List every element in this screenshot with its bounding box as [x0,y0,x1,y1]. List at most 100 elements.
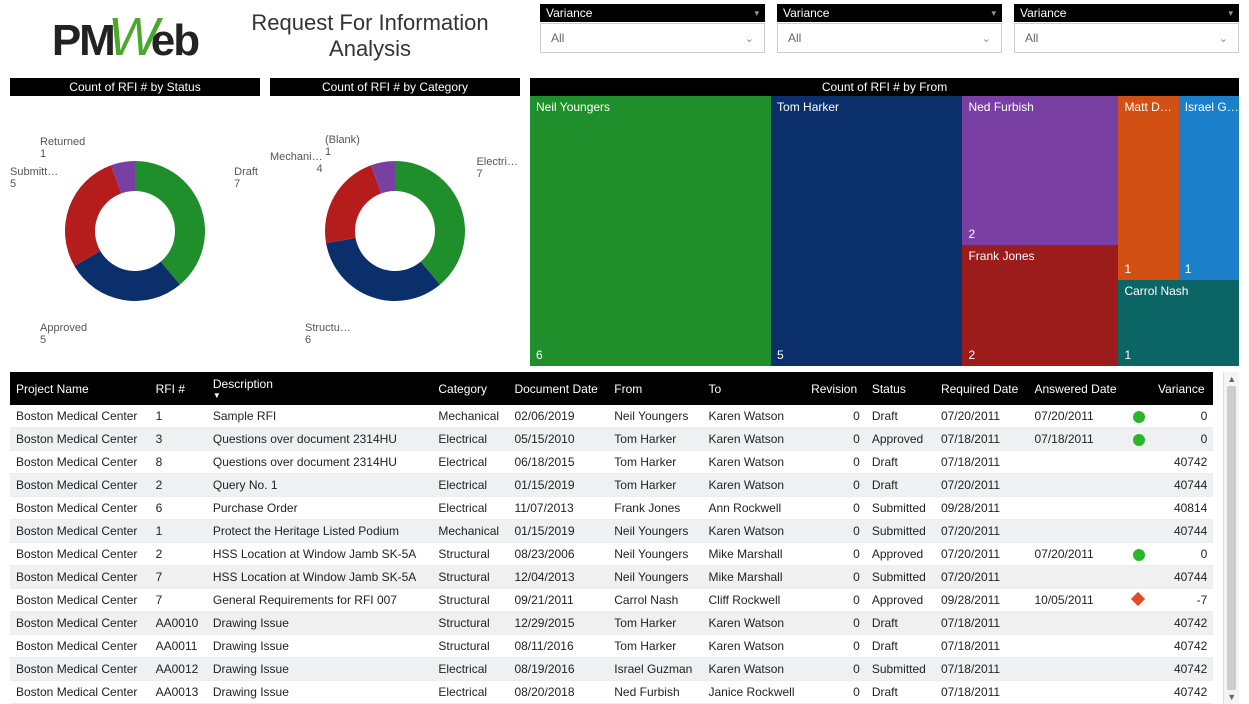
table-cell: Karen Watson [702,451,805,474]
table-header[interactable]: Description▼ [207,372,432,405]
filter-label-0: Variance [540,4,765,22]
table-cell: 07/20/2011 [1028,405,1126,428]
treemap-item[interactable]: Israel G…1 [1179,96,1239,280]
table-row[interactable]: Boston Medical Center2HSS Location at Wi… [10,543,1213,566]
table-cell: 0 [805,658,866,681]
table-cell: Electrical [432,451,508,474]
filter-select-1[interactable]: All⌄ [777,23,1002,53]
table-cell [1028,681,1126,704]
table-row[interactable]: Boston Medical Center7General Requiremen… [10,589,1213,612]
table-cell: 0 [805,520,866,543]
donut-label: (Blank)1 [325,134,360,158]
table-cell: 08/19/2016 [508,658,608,681]
table-header[interactable]: From [608,372,702,405]
treemap-item[interactable]: Neil Youngers6 [530,96,771,366]
table-row[interactable]: Boston Medical Center2Query No. 1Electri… [10,474,1213,497]
page-title: Request For Information Analysis [240,4,500,62]
table-cell: Janice Rockwell [702,681,805,704]
table-cell: Draft [866,474,935,497]
table-cell: 0 [805,497,866,520]
table-cell: Karen Watson [702,635,805,658]
filter-select-2[interactable]: All⌄ [1014,23,1239,53]
table-cell [1028,497,1126,520]
table-row[interactable]: Boston Medical Center1Protect the Herita… [10,520,1213,543]
table-scrollbar[interactable]: ▲ ▼ [1223,372,1239,704]
table-header[interactable]: Required Date [935,372,1029,405]
scroll-down-icon[interactable]: ▼ [1224,690,1239,704]
table-cell: 0 [805,635,866,658]
donut-chart-category[interactable]: Electri…7Structu…6Mechani…4(Blank)1 [270,96,520,366]
table-cell: 40742 [1152,635,1213,658]
table-cell: 08/20/2018 [508,681,608,704]
chart-title-status: Count of RFI # by Status [10,78,260,96]
table-row[interactable]: Boston Medical Center1Sample RFIMechanic… [10,405,1213,428]
filter-select-0[interactable]: All⌄ [540,23,765,53]
table-row[interactable]: Boston Medical Center8Questions over doc… [10,451,1213,474]
table-cell: 07/20/2011 [935,566,1029,589]
table-cell: 2 [150,543,207,566]
table-cell: 7 [150,566,207,589]
table-header[interactable]: Category [432,372,508,405]
treemap-item[interactable]: Ned Furbish2 [962,96,1118,245]
treemap-item[interactable]: Carrol Nash1 [1118,280,1239,366]
table-header[interactable]: Project Name [10,372,150,405]
table-cell: Draft [866,681,935,704]
table-cell: 0 [805,543,866,566]
treemap-item[interactable]: Tom Harker5 [771,96,962,366]
status-dot-green [1133,411,1145,423]
table-header[interactable]: RFI # [150,372,207,405]
table-cell: Mike Marshall [702,543,805,566]
treemap-chart-from[interactable]: Neil Youngers6Tom Harker5Ned Furbish2Fra… [530,96,1239,366]
table-header[interactable]: Status [866,372,935,405]
table-cell: 1 [150,405,207,428]
table-cell: 6 [150,497,207,520]
table-cell: Drawing Issue [207,612,432,635]
scroll-up-icon[interactable]: ▲ [1224,372,1239,386]
table-row[interactable]: Boston Medical CenterAA0012Drawing Issue… [10,658,1213,681]
treemap-item[interactable]: Matt D…1 [1118,96,1178,280]
table-cell: Tom Harker [608,635,702,658]
table-cell: Approved [866,543,935,566]
table-row[interactable]: Boston Medical Center7HSS Location at Wi… [10,566,1213,589]
treemap-item[interactable]: Frank Jones2 [962,245,1118,367]
table-cell: 0 [805,451,866,474]
table-row[interactable]: Boston Medical CenterAA0010Drawing Issue… [10,612,1213,635]
table-cell: Boston Medical Center [10,474,150,497]
table-row[interactable]: Boston Medical Center3Questions over doc… [10,428,1213,451]
table-cell: 0 [805,681,866,704]
donut-chart-status[interactable]: Draft7Approved5Submitt…5Returned1 [10,96,260,366]
donut-label: Draft7 [234,166,258,190]
table-cell: 10/05/2011 [1028,589,1126,612]
table-cell: Draft [866,635,935,658]
table-header[interactable]: Document Date [508,372,608,405]
table-cell: Mechanical [432,520,508,543]
table-cell: Neil Youngers [608,566,702,589]
table-header[interactable]: To [702,372,805,405]
donut-label: Electri…7 [476,156,518,180]
table-header[interactable]: Variance [1152,372,1213,405]
table-cell: Karen Watson [702,612,805,635]
table-cell: 0 [805,405,866,428]
table-row[interactable]: Boston Medical CenterAA0011Drawing Issue… [10,635,1213,658]
table-cell [1028,635,1126,658]
table-cell: 0 [1152,428,1213,451]
status-diamond-red [1131,592,1145,606]
table-header[interactable] [1127,372,1152,405]
sort-desc-icon: ▼ [213,391,426,400]
table-cell [1127,428,1152,451]
table-cell: Drawing Issue [207,658,432,681]
table-cell: 12/29/2015 [508,612,608,635]
table-cell: 02/06/2019 [508,405,608,428]
table-header[interactable]: Answered Date [1028,372,1126,405]
table-cell: AA0010 [150,612,207,635]
table-cell: Karen Watson [702,428,805,451]
table-cell [1127,612,1152,635]
table-cell: 1 [150,520,207,543]
table-header[interactable]: Revision [805,372,866,405]
table-row[interactable]: Boston Medical Center6Purchase OrderElec… [10,497,1213,520]
table-cell: 07/20/2011 [1028,543,1126,566]
table-row[interactable]: Boston Medical CenterAA0013Drawing Issue… [10,681,1213,704]
table-cell [1127,451,1152,474]
table-cell: Boston Medical Center [10,635,150,658]
table-cell: 09/21/2011 [508,589,608,612]
